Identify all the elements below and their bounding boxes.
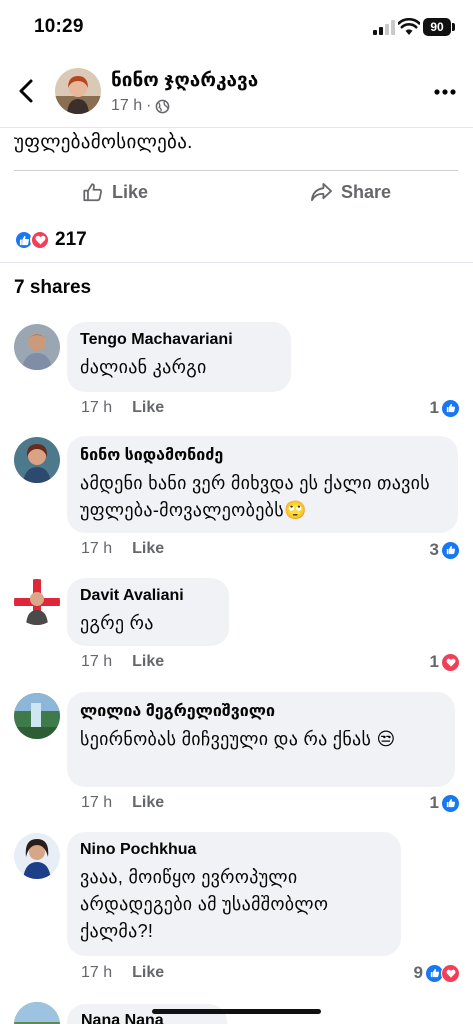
comment-text: ვააა, მოიწყო ევროპული არდადეგები ამ უსამ… [80, 867, 329, 941]
avatar[interactable] [14, 693, 60, 739]
comment-reaction-count: 1 [429, 398, 439, 417]
battery-tip [452, 23, 455, 31]
comment-text: ძალიან კარგი [80, 357, 207, 377]
comment-meta: 17 h Like [81, 794, 164, 812]
comment-meta: 17 h Like [81, 964, 164, 982]
like-reaction-icon [441, 793, 460, 813]
battery-icon: 90 [423, 18, 451, 36]
post-header: ნინო ჯღარკავა 17 h · [0, 56, 473, 128]
status-bar: 10:29 90 [0, 0, 473, 56]
comment-time[interactable]: 17 h [81, 653, 112, 671]
reaction-count: 217 [55, 229, 87, 250]
like-button[interactable]: Like [82, 181, 148, 203]
comment-like-button[interactable]: Like [132, 653, 164, 671]
comment-text: ეგრე რა [80, 613, 154, 633]
shares-count[interactable]: 7 shares [14, 277, 91, 299]
comment-reaction-count: 1 [429, 793, 439, 812]
comment-like-button[interactable]: Like [132, 540, 164, 558]
thumbs-up-icon [83, 183, 102, 202]
share-label: Share [341, 181, 392, 202]
comment-like-button[interactable]: Like [132, 794, 164, 812]
avatar[interactable] [14, 833, 60, 879]
love-reaction-icon [441, 652, 460, 672]
reactions-summary[interactable]: 217 [14, 226, 87, 254]
comment-like-button[interactable]: Like [132, 399, 164, 417]
chevron-left-icon[interactable] [14, 78, 40, 104]
comment-reaction-count: 1 [429, 652, 439, 671]
post-meta: 17 h · [111, 97, 170, 115]
comment-reactions[interactable]: 3 [430, 540, 460, 560]
like-label: Like [112, 181, 149, 202]
divider [0, 262, 473, 263]
comment-bubble: Tengo Machavariani ძალიან კარგი [67, 322, 291, 392]
comment-author[interactable]: ლილია მეგრელიშვილი [80, 701, 442, 721]
comment-time[interactable]: 17 h [81, 540, 112, 558]
post-actions: Like Share [14, 170, 458, 216]
comment-reaction-count: 3 [429, 540, 439, 559]
post-text: უფლებამოსილება. [14, 132, 193, 153]
share-button[interactable]: Share [310, 181, 391, 203]
avatar[interactable] [14, 437, 60, 483]
avatar[interactable] [14, 579, 60, 625]
comment-reactions[interactable]: 1 [430, 398, 460, 418]
comment-author[interactable]: Davit Avaliani [80, 587, 216, 605]
avatar[interactable] [14, 324, 60, 370]
comment-author[interactable]: Nino Pochkhua [80, 841, 388, 859]
comment-bubble: Nino Pochkhua ვააა, მოიწყო ევროპული არდა… [67, 832, 401, 956]
post-time[interactable]: 17 h [111, 97, 142, 115]
comment-meta: 17 h Like [81, 653, 164, 671]
author-avatar[interactable] [55, 68, 101, 114]
comment-author[interactable]: Tengo Machavariani [80, 331, 278, 349]
home-indicator[interactable] [152, 1009, 321, 1014]
love-reaction-icon [441, 963, 460, 983]
wifi-icon [398, 18, 420, 35]
like-reaction-icon [441, 540, 460, 560]
comment-bubble: ნინო სიდამონიძე ამდენი ხანი ვერ მიხვდა ე… [67, 436, 458, 533]
more-dots-icon[interactable] [433, 82, 457, 102]
author-name[interactable]: ნინო ჯღარკავა [111, 69, 258, 92]
status-time: 10:29 [34, 16, 84, 37]
comment-like-button[interactable]: Like [132, 964, 164, 982]
comment-bubble: ლილია მეგრელიშვილი სეირნობას მიჩვეული და… [67, 692, 455, 787]
comment-author[interactable]: ნინო სიდამონიძე [80, 445, 445, 465]
comment-text: ამდენი ხანი ვერ მიხვდა ეს ქალი თავის უფლ… [80, 473, 431, 520]
comment-reactions[interactable]: 1 [430, 652, 460, 672]
love-reaction-icon [30, 230, 50, 250]
comment-time[interactable]: 17 h [81, 794, 112, 812]
comment-reaction-count: 9 [413, 963, 423, 982]
meta-dot: · [146, 97, 152, 114]
like-reaction-icon [441, 398, 460, 418]
share-arrow-icon [311, 182, 332, 202]
comment-reactions[interactable]: 1 [430, 793, 460, 813]
comment-bubble: Davit Avaliani ეგრე რა [67, 578, 229, 646]
cellular-signal-icon [373, 20, 395, 35]
comment-meta: 17 h Like [81, 399, 164, 417]
comment-meta: 17 h Like [81, 540, 164, 558]
comment-reactions[interactable]: 9 [414, 963, 460, 983]
avatar[interactable] [14, 1002, 60, 1024]
comment-time[interactable]: 17 h [81, 964, 112, 982]
comment-time[interactable]: 17 h [81, 399, 112, 417]
comment-text: სეირნობას მიჩვეული და რა ქნას 😒 [80, 729, 396, 749]
globe-icon [156, 99, 170, 113]
comment-author[interactable]: Nana Nana [81, 1012, 164, 1024]
